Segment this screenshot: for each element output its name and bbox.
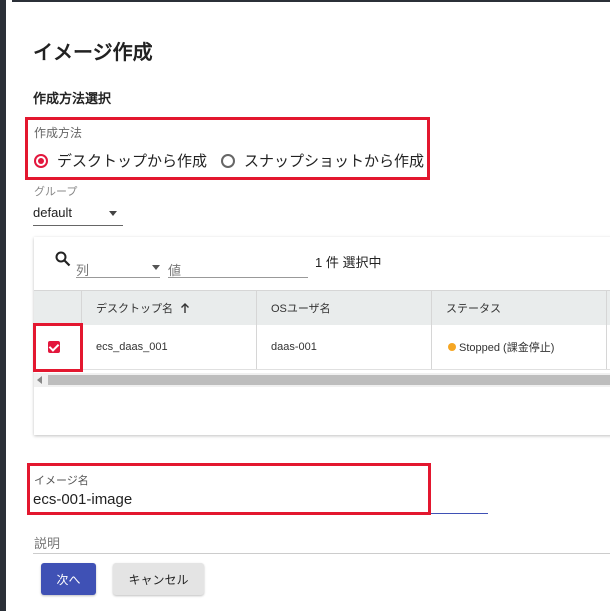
table-row[interactable]: ecs_daas_001 daas-001 Stopped (課金停止) bbox=[34, 325, 610, 370]
description-label: 説明 bbox=[34, 536, 61, 551]
header-checkbox-cell bbox=[34, 291, 82, 325]
value-filter-placeholder: 値 bbox=[168, 263, 182, 278]
table-header: デスクトップ名 OSユーザ名 ステータス bbox=[34, 290, 610, 326]
scroll-left-icon[interactable] bbox=[37, 376, 42, 384]
next-button[interactable]: 次へ bbox=[41, 563, 96, 595]
search-icon bbox=[55, 251, 71, 267]
section-title: 作成方法選択 bbox=[33, 91, 112, 106]
header-label: ステータス bbox=[446, 303, 501, 315]
group-select[interactable]: default bbox=[33, 203, 123, 226]
image-create-dialog: イメージ作成 作成方法選択 作成方法 デスクトップから作成 スナップショットから… bbox=[6, 0, 610, 611]
cancel-button[interactable]: キャンセル bbox=[113, 563, 204, 595]
dialog-top-edge bbox=[12, 0, 610, 2]
horizontal-scrollbar[interactable] bbox=[34, 373, 610, 387]
highlight-box-checkbox bbox=[33, 323, 83, 372]
cell-status: Stopped (課金停止) bbox=[432, 325, 607, 369]
header-desktop-name[interactable]: デスクトップ名 bbox=[82, 291, 257, 325]
status-dot-icon bbox=[448, 343, 456, 351]
dialog-title: イメージ作成 bbox=[33, 42, 153, 64]
cell-desktop-name: ecs_daas_001 bbox=[82, 325, 257, 369]
highlight-box-image-name bbox=[27, 463, 431, 515]
header-os-user[interactable]: OSユーザ名 bbox=[257, 291, 432, 325]
status-text: Stopped (課金停止) bbox=[459, 342, 555, 354]
group-value: default bbox=[33, 205, 73, 220]
column-filter-placeholder: 列 bbox=[76, 263, 90, 278]
header-label: デスクトップ名 bbox=[96, 303, 173, 315]
chevron-down-icon bbox=[152, 265, 160, 270]
header-status[interactable]: ステータス bbox=[432, 291, 607, 325]
group-label: グループ bbox=[34, 186, 78, 198]
header-label: OSユーザ名 bbox=[271, 303, 331, 315]
chevron-down-icon bbox=[109, 211, 117, 216]
column-filter-select[interactable]: 列 bbox=[76, 257, 160, 278]
description-input[interactable] bbox=[33, 553, 610, 554]
value-filter-input[interactable]: 値 bbox=[168, 257, 308, 278]
scrollbar-thumb[interactable] bbox=[48, 375, 610, 385]
desktop-table-card: 列 値 1 件 選択中 デスクトップ名 OSユーザ名 ステータス ecs_daa… bbox=[34, 237, 610, 435]
arrow-up-icon bbox=[181, 303, 189, 313]
highlight-box-method bbox=[25, 117, 430, 180]
cell-os-user: daas-001 bbox=[257, 325, 432, 369]
selection-count: 1 件 選択中 bbox=[315, 255, 382, 270]
